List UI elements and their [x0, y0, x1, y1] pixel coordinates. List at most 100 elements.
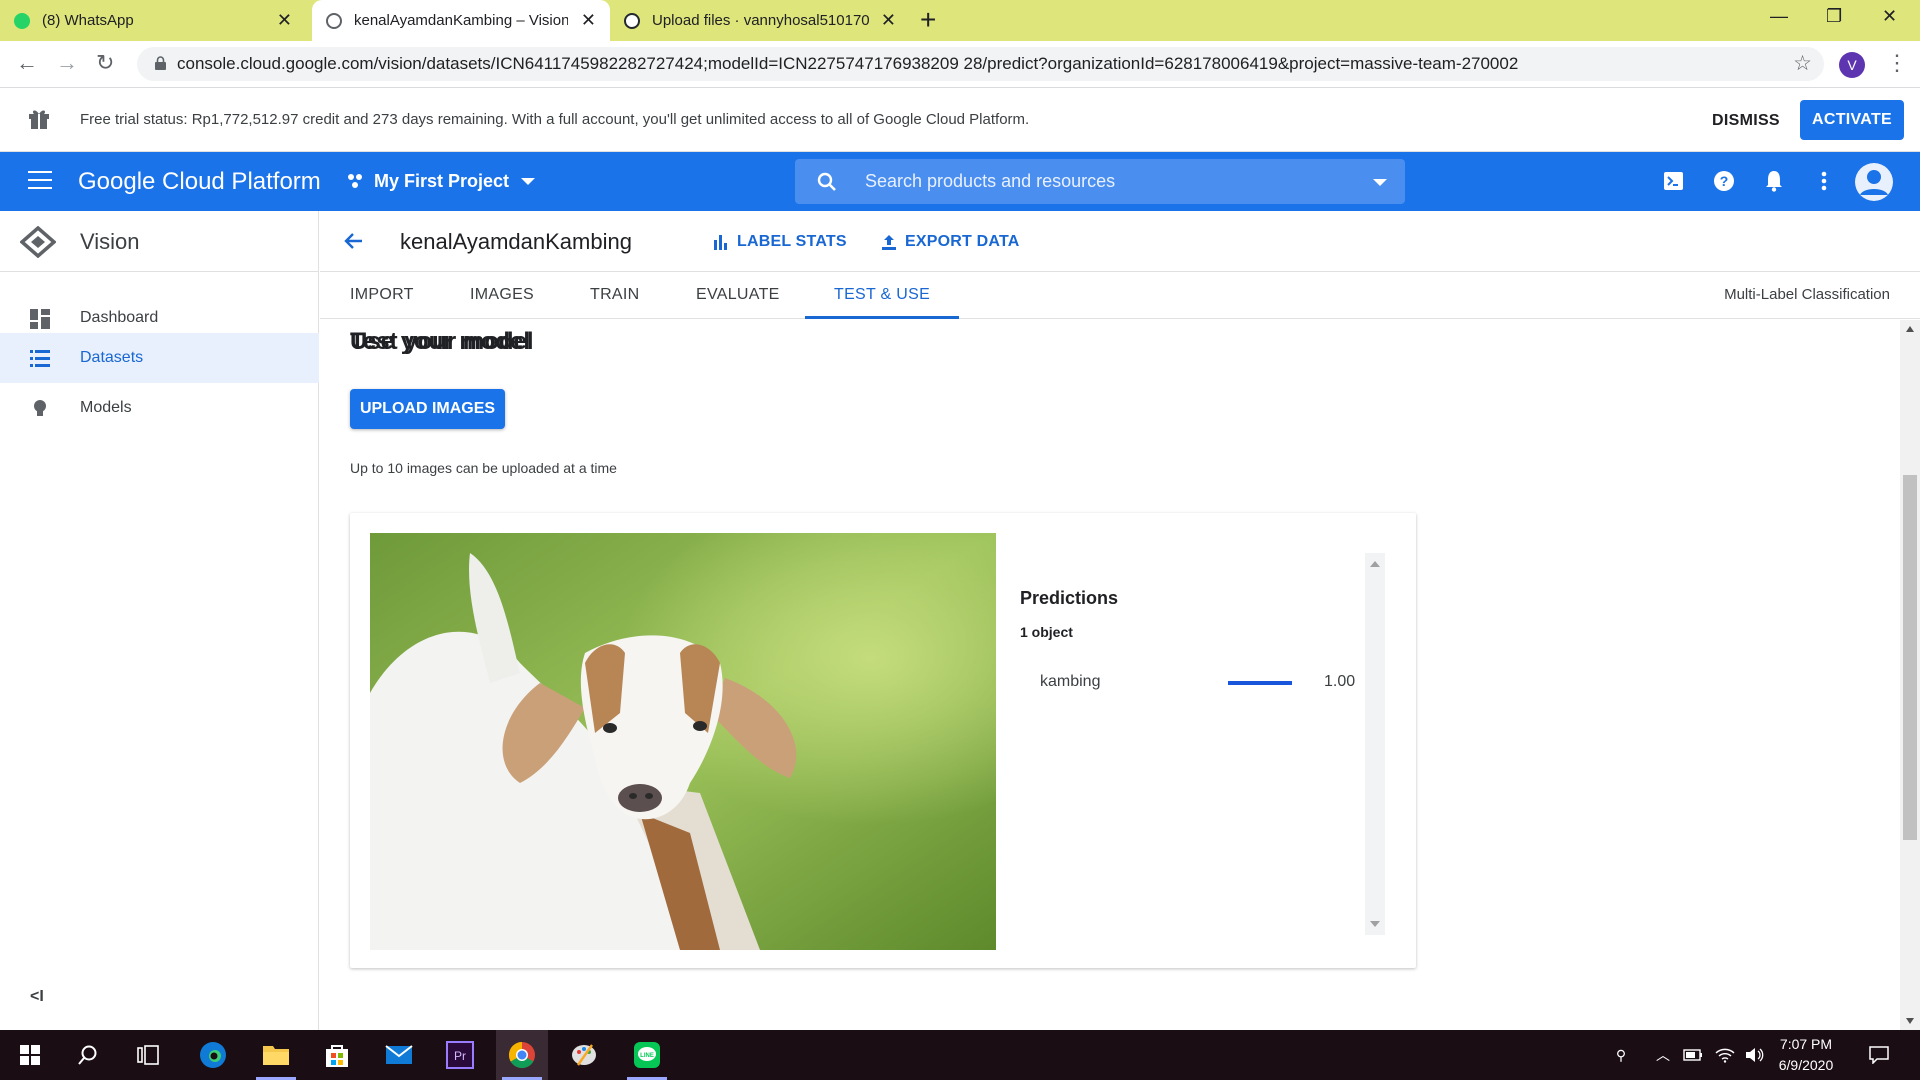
whatsapp-icon: [14, 12, 30, 29]
premiere-icon[interactable]: Pr: [434, 1030, 486, 1080]
minimize-icon[interactable]: —: [1770, 6, 1788, 27]
tab-import[interactable]: IMPORT: [350, 272, 414, 319]
product-header: Vision: [0, 211, 319, 272]
wifi-glyph-icon: [1715, 1048, 1735, 1063]
predictions-count: 1 object: [1020, 624, 1073, 640]
prediction-label: kambing: [1040, 673, 1101, 690]
file-explorer-icon[interactable]: [250, 1030, 302, 1080]
cloud-shell-icon[interactable]: [1662, 168, 1686, 194]
prediction-score-fill: [1228, 681, 1292, 685]
scroll-down-icon[interactable]: [1906, 1018, 1914, 1024]
restore-icon[interactable]: ❐: [1826, 6, 1842, 27]
back-arrow-icon[interactable]: [342, 229, 366, 253]
more-options-icon[interactable]: [1812, 168, 1836, 194]
paint-icon[interactable]: [558, 1030, 610, 1080]
close-tab-icon[interactable]: ✕: [881, 10, 896, 30]
scrollbar-thumb[interactable]: [1903, 475, 1917, 840]
profile-avatar[interactable]: V: [1839, 52, 1865, 78]
tab-label: (8) WhatsApp: [42, 12, 134, 29]
battery-icon[interactable]: [1680, 1030, 1706, 1080]
sidebar-item-models[interactable]: Models: [0, 383, 319, 433]
help-icon[interactable]: ?: [1712, 168, 1736, 194]
gcp-brand[interactable]: Google Cloud Platform: [78, 152, 321, 211]
system-clock[interactable]: 7:07 PM 6/9/2020: [1775, 1034, 1837, 1076]
sidebar-item-datasets[interactable]: Datasets: [0, 333, 319, 383]
wifi-icon[interactable]: [1712, 1030, 1738, 1080]
edge-icon[interactable]: [187, 1030, 239, 1080]
scroll-up-icon[interactable]: [1370, 561, 1380, 567]
dismiss-button[interactable]: DISMISS: [1712, 107, 1780, 135]
goat-photo-icon: [370, 533, 996, 950]
tab-train[interactable]: TRAIN: [590, 272, 640, 319]
close-tab-icon[interactable]: ✕: [581, 10, 596, 30]
line-logo-icon: LINE: [634, 1042, 660, 1068]
people-icon[interactable]: ⚲: [1606, 1030, 1636, 1080]
label-stats-button[interactable]: LABEL STATS: [713, 211, 847, 272]
gcp-header: Google Cloud Platform My First Project ?: [0, 152, 1920, 211]
browser-tab-github[interactable]: Upload files · vannyhosal510170 ✕: [620, 0, 910, 41]
windows-taskbar: Pr LINE ⚲ ︿ 7:07 PM 6/9/2020: [0, 1030, 1920, 1080]
dataset-header: kenalAyamdanKambing LABEL STATS EXPORT D…: [320, 211, 1920, 272]
close-window-icon[interactable]: ✕: [1882, 6, 1897, 27]
chrome-icon[interactable]: [496, 1030, 548, 1080]
scroll-up-icon[interactable]: [1906, 326, 1914, 332]
main-content: kenalAyamdanKambing LABEL STATS EXPORT D…: [320, 211, 1920, 1030]
line-app-icon[interactable]: LINE: [621, 1030, 673, 1080]
list-icon: [30, 350, 50, 367]
magnifier-icon: [78, 1045, 97, 1065]
svg-text:Pr: Pr: [454, 1049, 466, 1063]
tab-evaluate[interactable]: EVALUATE: [696, 272, 780, 319]
search-box[interactable]: [795, 159, 1405, 204]
label-stats-label: LABEL STATS: [737, 233, 847, 250]
tab-images[interactable]: IMAGES: [470, 272, 534, 319]
predictions-scrollbar[interactable]: [1365, 553, 1385, 935]
sidebar: Vision Dashboard Datasets Models <I: [0, 211, 319, 1030]
export-data-button[interactable]: EXPORT DATA: [881, 211, 1020, 272]
chrome-logo-icon: [508, 1041, 535, 1069]
microsoft-store-icon[interactable]: [311, 1030, 363, 1080]
page-scrollbar[interactable]: [1900, 320, 1920, 1030]
forward-icon[interactable]: →: [56, 51, 78, 75]
notifications-bell-icon[interactable]: [1762, 168, 1786, 194]
project-selector[interactable]: My First Project: [346, 152, 536, 211]
upload-hint: Up to 10 images can be uploaded at a tim…: [350, 460, 617, 476]
start-button[interactable]: [4, 1030, 56, 1080]
show-hidden-icons-chevron-icon[interactable]: ︿: [1650, 1030, 1676, 1080]
browser-tab-whatsapp[interactable]: (8) WhatsApp ✕: [14, 0, 306, 41]
menu-hamburger-icon[interactable]: [28, 171, 52, 191]
url-field[interactable]: console.cloud.google.com/vision/datasets…: [137, 47, 1824, 81]
taskbar-search-icon[interactable]: [62, 1030, 114, 1080]
upload-images-button[interactable]: UPLOAD IMAGES: [350, 389, 505, 429]
lock-icon: [155, 56, 166, 70]
vision-product-icon: [20, 226, 56, 258]
use-model-heading: Use your model: [350, 328, 531, 355]
browser-tab-vision[interactable]: kenalAyamdanKambing – Vision ✕: [312, 0, 610, 41]
close-tab-icon[interactable]: ✕: [277, 10, 292, 30]
project-dots-icon: [348, 173, 362, 188]
task-view-glyph-icon: [137, 1045, 159, 1065]
product-name: Vision: [80, 229, 140, 254]
tab-test-and-use[interactable]: TEST & USE: [805, 272, 960, 319]
action-center-icon[interactable]: [1864, 1030, 1894, 1080]
export-data-label: EXPORT DATA: [905, 233, 1020, 250]
speaker-glyph-icon: [1746, 1048, 1764, 1062]
bookmark-star-icon[interactable]: ☆: [1793, 51, 1812, 76]
notification-glyph-icon: [1869, 1046, 1889, 1064]
mail-icon[interactable]: [373, 1030, 425, 1080]
volume-icon[interactable]: [1742, 1030, 1768, 1080]
search-input[interactable]: [865, 159, 1345, 204]
activate-button[interactable]: ACTIVATE: [1800, 100, 1904, 140]
test-use-pane: Test your model UPLOAD IMAGES Up to 10 i…: [320, 320, 1900, 1030]
scroll-down-icon[interactable]: [1370, 921, 1380, 927]
collapse-sidebar-icon[interactable]: <I: [30, 988, 44, 1006]
task-view-icon[interactable]: [122, 1030, 174, 1080]
sidebar-item-label: Datasets: [80, 349, 144, 366]
back-icon[interactable]: ←: [16, 51, 38, 75]
chevron-down-icon: [521, 178, 536, 185]
new-tab-button[interactable]: +: [920, 6, 936, 34]
reload-icon[interactable]: ↻: [96, 51, 114, 75]
battery-glyph-icon: [1683, 1049, 1702, 1061]
search-dropdown-icon[interactable]: [1373, 179, 1387, 186]
account-avatar[interactable]: [1855, 163, 1893, 201]
browser-menu-icon[interactable]: ⋮: [1886, 50, 1908, 76]
